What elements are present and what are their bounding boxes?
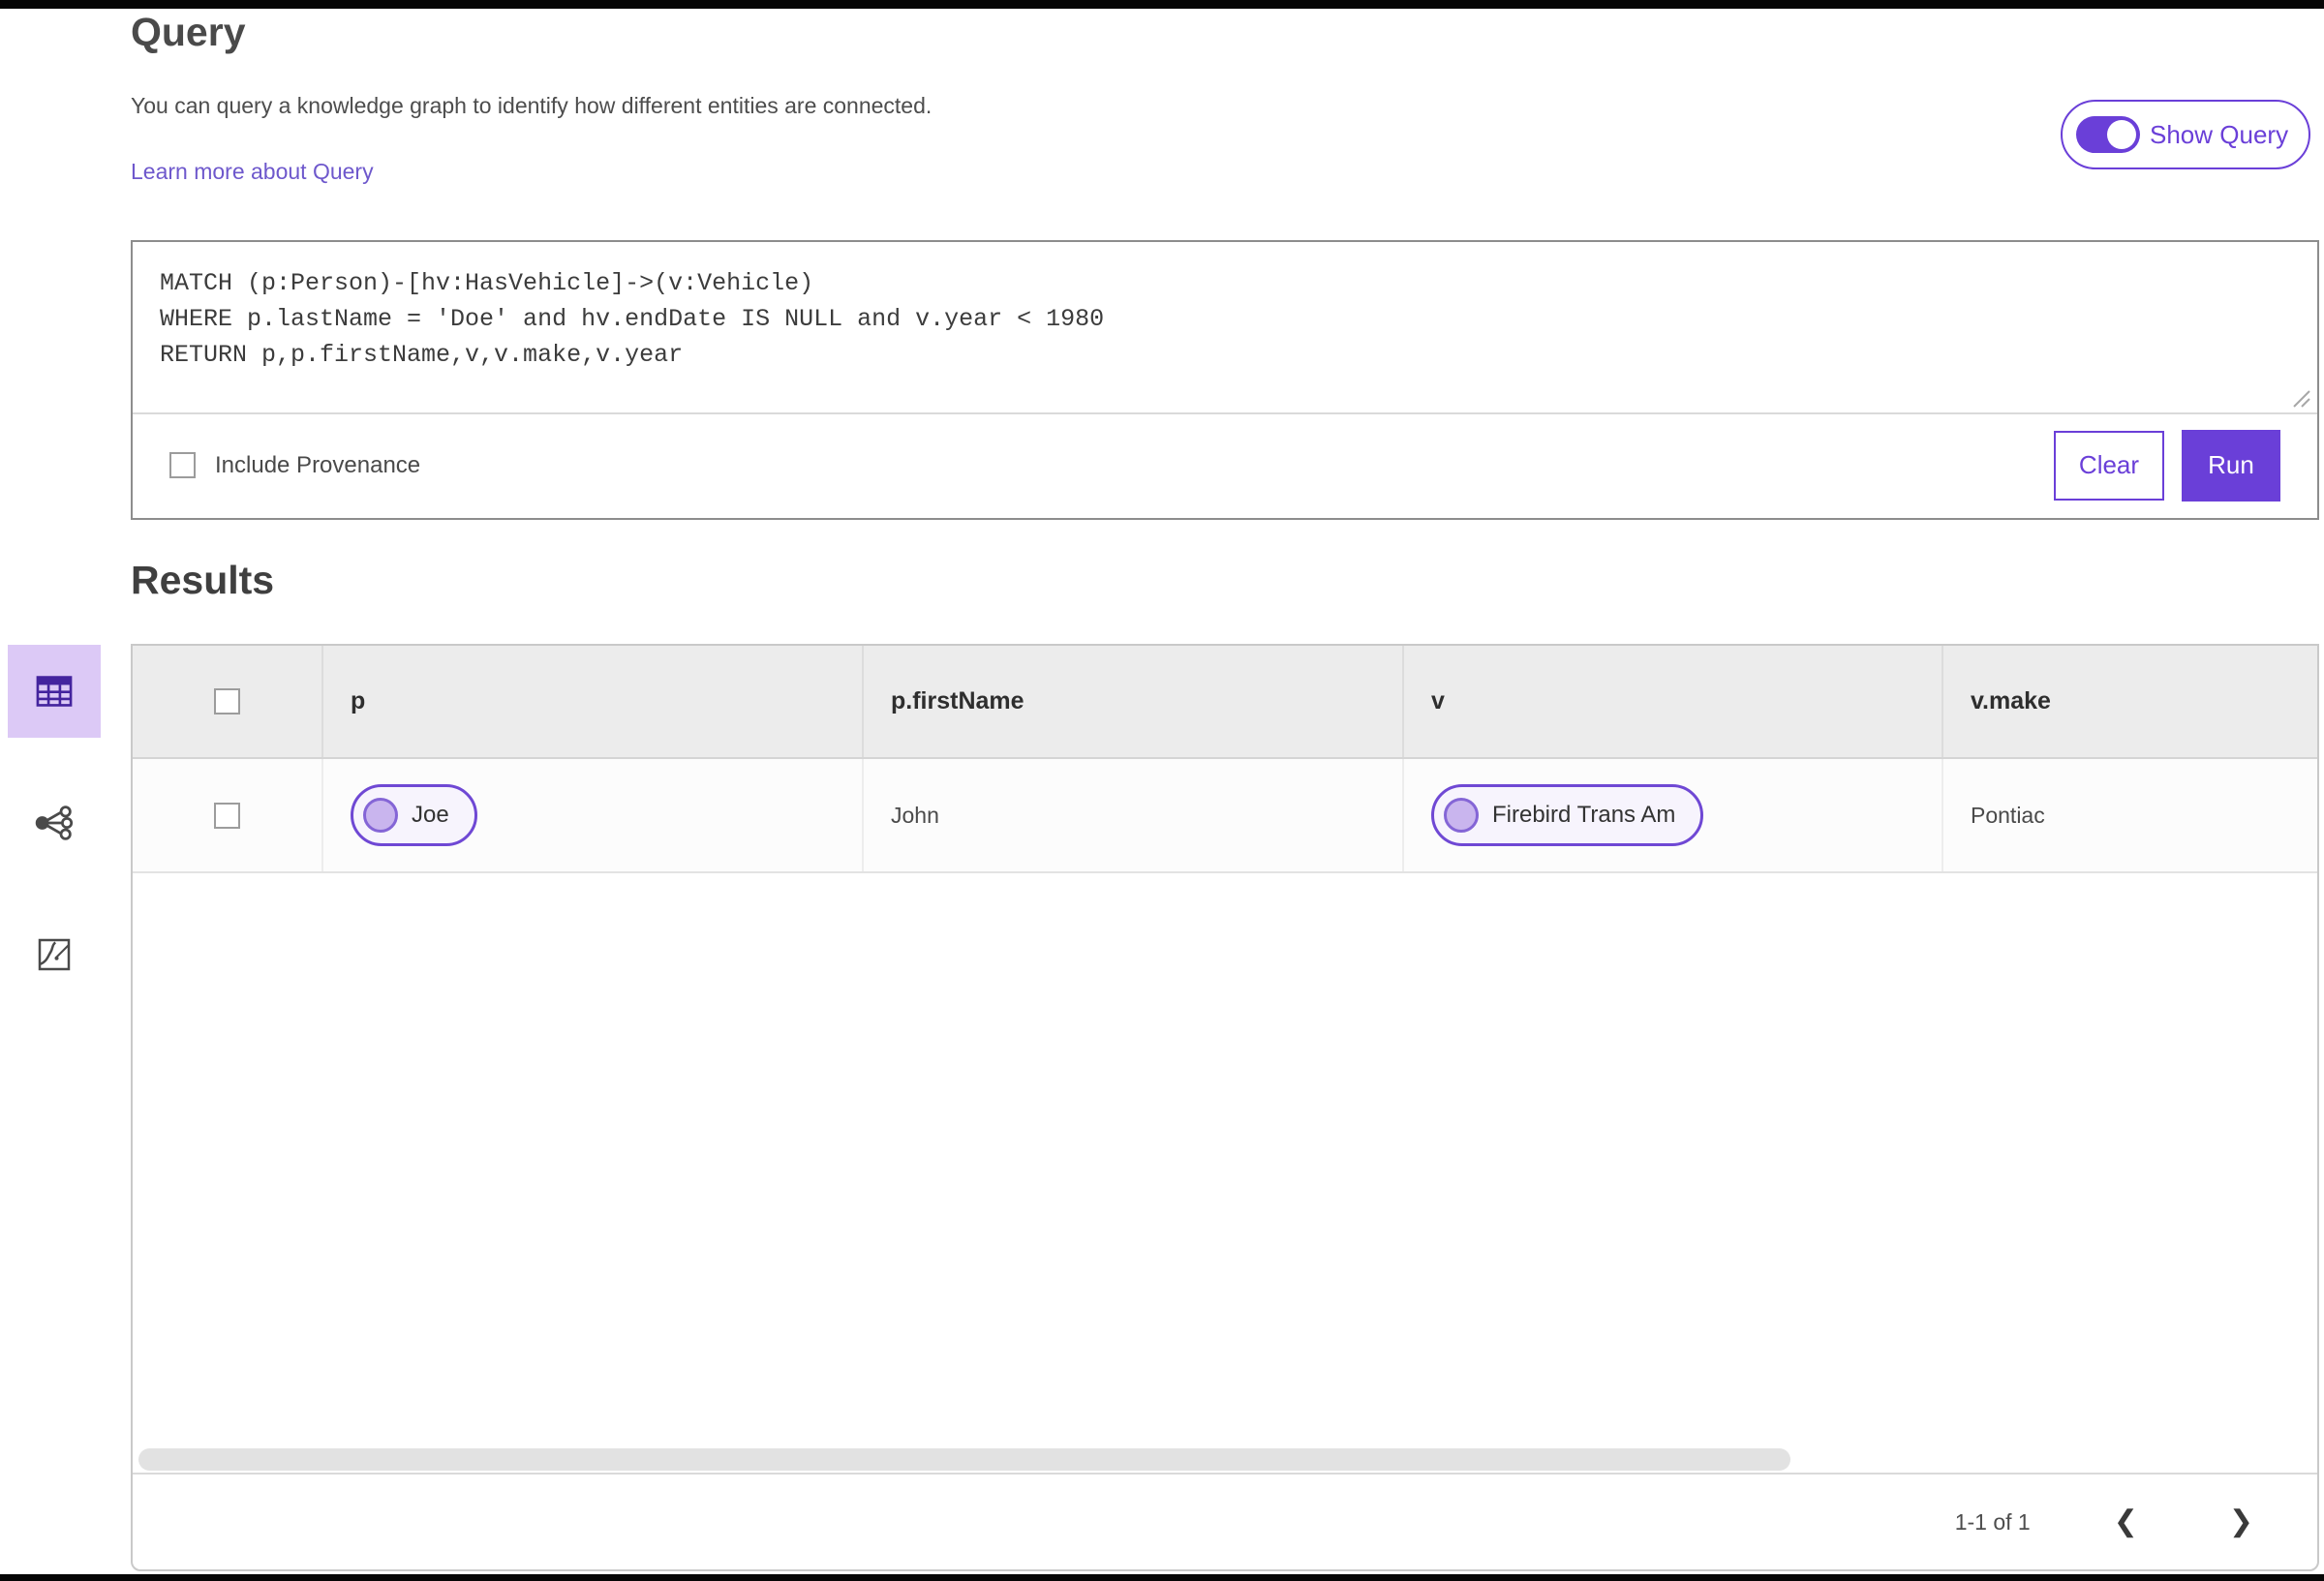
clear-button[interactable]: Clear <box>2054 430 2164 501</box>
query-line-3: RETURN p,p.firstName,v,v.make,v.year <box>160 341 684 369</box>
next-page-button[interactable]: ❯︎ <box>2221 1504 2261 1540</box>
results-table: p p.firstName v v.make Joe John Firebird… <box>131 644 2319 1571</box>
query-page: Query You can query a knowledge graph to… <box>0 0 2324 1581</box>
results-title: Results <box>131 558 275 602</box>
table-view-icon <box>36 676 73 707</box>
table-row[interactable]: Joe John Firebird Trans Am Pontiac <box>133 759 2317 873</box>
entity-chip-vehicle[interactable]: Firebird Trans Am <box>1431 784 1704 846</box>
show-query-toggle[interactable]: Show Query <box>2061 100 2310 169</box>
results-view-rail <box>8 645 101 1001</box>
table-empty-area <box>133 873 2317 1447</box>
cell-p-firstname: John <box>864 759 1404 871</box>
query-editor-footer: Include Provenance Clear Run <box>133 412 2317 518</box>
run-button[interactable]: Run <box>2182 429 2280 502</box>
cell-v: Firebird Trans Am <box>1404 759 1943 871</box>
select-all-checkbox[interactable] <box>214 688 240 714</box>
entity-chip-label: Joe <box>412 802 449 828</box>
resize-handle-icon[interactable] <box>2290 387 2311 409</box>
link-chart-view-icon <box>35 806 74 840</box>
chevron-left-icon: ❮︎ <box>2113 1505 2138 1537</box>
page-description: You can query a knowledge graph to ident… <box>131 93 933 118</box>
show-query-label: Show Query <box>2150 119 2289 149</box>
entity-circle-icon <box>363 798 398 833</box>
toggle-switch-icon[interactable] <box>2076 116 2140 153</box>
entity-chip-label: Firebird Trans Am <box>1492 802 1676 828</box>
cell-v-make: Pontiac <box>1971 802 2045 828</box>
query-editor: MATCH (p:Person)-[hv:HasVehicle]->(v:Veh… <box>131 240 2319 520</box>
window-top-edge <box>0 0 2324 9</box>
link-chart-view-button[interactable] <box>8 776 101 869</box>
page-range-label: 1-1 of 1 <box>1954 1508 2031 1535</box>
cell-p: Joe <box>323 759 864 871</box>
query-textarea[interactable]: MATCH (p:Person)-[hv:HasVehicle]->(v:Veh… <box>133 242 2317 414</box>
entity-chip-person[interactable]: Joe <box>351 784 477 846</box>
window-bottom-edge <box>0 1574 2324 1581</box>
query-line-2: WHERE p.lastName = 'Doe' and hv.endDate … <box>160 305 1105 333</box>
table-pagination-footer: 1-1 of 1 ❮︎ ❯︎ <box>133 1473 2317 1569</box>
column-header-v-make[interactable]: v.make <box>1943 646 2317 757</box>
query-line-1: MATCH (p:Person)-[hv:HasVehicle]->(v:Veh… <box>160 269 814 297</box>
entity-circle-icon <box>1444 798 1479 833</box>
row-select-cell <box>133 759 323 871</box>
page-title: Query <box>131 10 246 54</box>
column-header-p-firstname[interactable]: p.firstName <box>864 646 1404 757</box>
row-checkbox[interactable] <box>214 802 240 829</box>
chevron-right-icon: ❯︎ <box>2228 1505 2253 1537</box>
include-provenance-label: Include Provenance <box>215 451 421 478</box>
map-view-icon <box>38 938 71 971</box>
column-header-p[interactable]: p <box>323 646 864 757</box>
previous-page-button[interactable]: ❮︎ <box>2106 1504 2146 1540</box>
learn-more-link[interactable]: Learn more about Query <box>131 159 374 185</box>
horizontal-scrollbar-thumb[interactable] <box>138 1448 1790 1471</box>
select-all-cell <box>133 646 323 757</box>
include-provenance-checkbox[interactable] <box>169 452 196 478</box>
table-header-row: p p.firstName v v.make <box>133 646 2317 759</box>
column-header-v[interactable]: v <box>1404 646 1943 757</box>
toggle-knob <box>2107 120 2136 149</box>
map-view-button[interactable] <box>8 908 101 1001</box>
table-view-button[interactable] <box>8 645 101 738</box>
horizontal-scrollbar-track[interactable] <box>133 1447 2317 1473</box>
